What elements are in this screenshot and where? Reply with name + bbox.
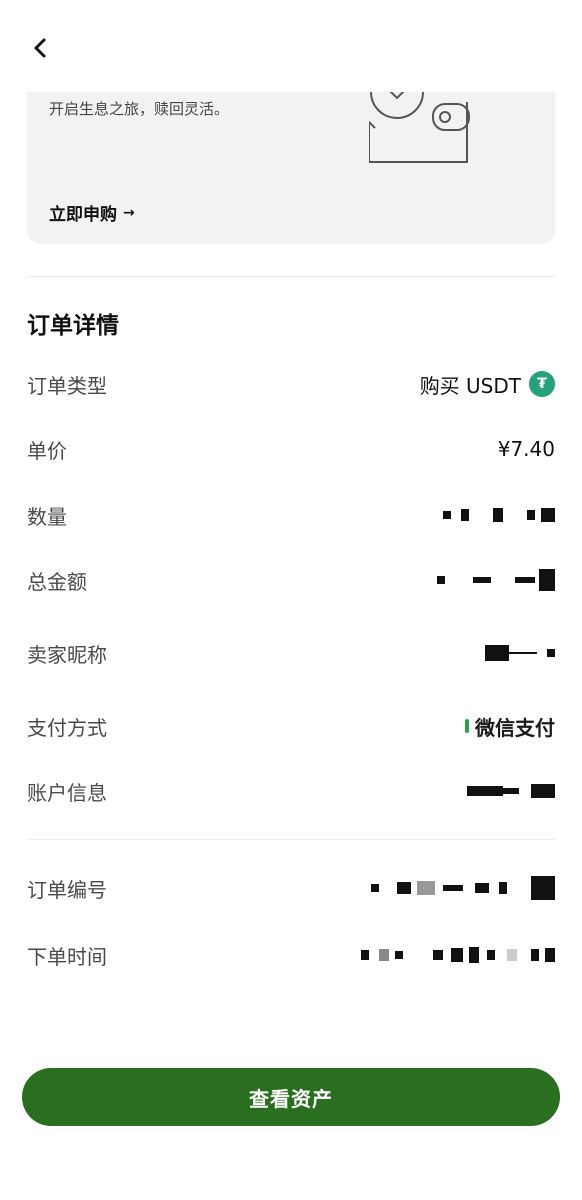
order-time-row: 下单时间 xyxy=(27,935,555,975)
redacted-quantity xyxy=(443,504,555,526)
wallet-illustration-icon xyxy=(369,92,470,163)
tether-usdt-icon: ₮ xyxy=(529,371,555,397)
account-info-row: 账户信息 xyxy=(27,771,555,811)
seller-nickname-label: 卖家昵称 xyxy=(27,642,107,667)
order-number-label: 订单编号 xyxy=(27,877,107,902)
redacted-order-number xyxy=(371,876,555,900)
arrow-right-icon: → xyxy=(123,204,135,221)
divider xyxy=(27,276,555,277)
payment-method-value: 微信支付 xyxy=(475,715,555,740)
order-type-label: 订单类型 xyxy=(27,373,107,398)
order-number-row: 订单编号 xyxy=(27,868,555,908)
wechat-pay-indicator-icon xyxy=(465,719,469,733)
redacted-seller-nickname xyxy=(485,642,555,664)
promo-card: 开启生息之旅，赎回灵活。 立即申购 → xyxy=(27,92,555,244)
total-amount-row: 总金额 xyxy=(27,560,555,600)
quantity-label: 数量 xyxy=(27,504,67,529)
divider xyxy=(27,839,555,840)
account-info-label: 账户信息 xyxy=(27,780,107,805)
unit-price-value: ¥7.40 xyxy=(497,437,555,461)
quantity-row: 数量 xyxy=(27,495,555,535)
seller-nickname-row: 卖家昵称 xyxy=(27,633,555,673)
redacted-account-info xyxy=(467,780,555,802)
payment-method-row: 支付方式 微信支付 xyxy=(27,706,555,746)
back-button[interactable] xyxy=(24,30,56,66)
subscribe-now-label: 立即申购 xyxy=(49,205,117,225)
order-time-label: 下单时间 xyxy=(27,944,107,969)
promo-description: 开启生息之旅，赎回灵活。 xyxy=(49,100,230,118)
chevron-left-icon xyxy=(34,38,46,58)
unit-price-row: 单价 ¥7.40 xyxy=(27,429,555,469)
redacted-total-amount xyxy=(437,569,555,591)
subscribe-now-link[interactable]: 立即申购 → xyxy=(49,200,135,226)
view-assets-button[interactable]: 查看资产 xyxy=(22,1068,560,1126)
redacted-order-time xyxy=(361,944,555,966)
order-details-title: 订单详情 xyxy=(27,313,119,339)
payment-method-label: 支付方式 xyxy=(27,715,107,740)
unit-price-label: 单价 xyxy=(27,438,67,463)
total-amount-label: 总金额 xyxy=(27,569,87,594)
order-type-row: 订单类型 购买 USDT ₮ xyxy=(27,364,555,404)
order-type-value: 购买 USDT xyxy=(419,373,521,398)
